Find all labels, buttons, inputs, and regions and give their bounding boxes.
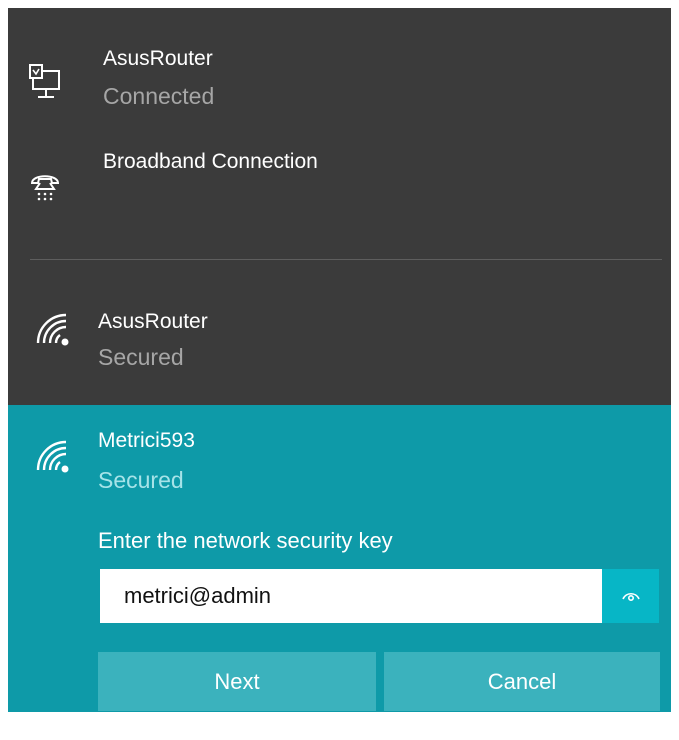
network-flyout: AsusRouter Connected Broadband Connectio… [8, 8, 671, 712]
connection-status: Connected [103, 83, 215, 109]
wifi-secured-icon [36, 313, 69, 346]
cancel-button[interactable]: Cancel [384, 652, 660, 711]
wifi-name: Metrici593 [98, 429, 195, 452]
divider [30, 259, 662, 260]
connection-name: AsusRouter [103, 47, 213, 70]
wifi-status: Secured [98, 344, 184, 370]
connection-name: Broadband Connection [103, 150, 318, 173]
eye-icon [621, 592, 640, 602]
connection-item-ethernet[interactable]: AsusRouter Connected [8, 8, 671, 128]
wifi-item-metrici593-selected[interactable]: Metrici593 Secured Enter the network sec… [8, 405, 671, 712]
connection-item-broadband[interactable]: Broadband Connection [8, 128, 671, 238]
ethernet-icon [29, 64, 60, 98]
reveal-password-button[interactable] [602, 569, 659, 623]
next-button[interactable]: Next [98, 652, 376, 711]
wifi-name: AsusRouter [98, 310, 208, 333]
security-key-prompt: Enter the network security key [98, 528, 393, 553]
wifi-status: Secured [98, 467, 184, 493]
wifi-item-asusrouter[interactable]: AsusRouter Secured [8, 288, 671, 398]
security-key-input[interactable] [100, 569, 602, 623]
dialup-icon [30, 175, 60, 201]
wifi-secured-icon [36, 440, 69, 473]
